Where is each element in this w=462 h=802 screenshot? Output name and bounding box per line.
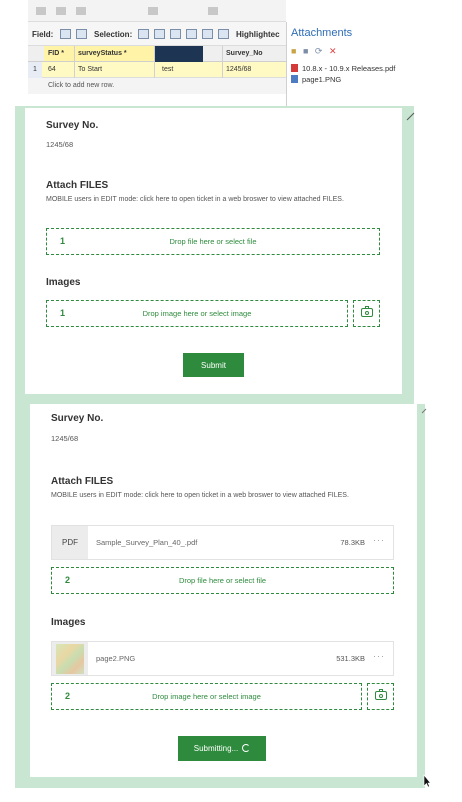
selection-label: Selection: bbox=[94, 30, 133, 39]
column-header-fid[interactable]: FID * bbox=[48, 50, 64, 57]
pdf-file-icon bbox=[291, 64, 298, 72]
toolbar-icon[interactable] bbox=[148, 7, 158, 15]
table-toolbar: Field: Selection: Highlightec bbox=[28, 22, 286, 46]
survey-no-value: 1245/68 bbox=[51, 434, 79, 443]
cell-survey-status[interactable]: To Start bbox=[78, 66, 102, 73]
clear-selection-icon[interactable] bbox=[186, 29, 197, 39]
delete-attachment-icon[interactable]: ✕ bbox=[329, 46, 339, 56]
camera-icon bbox=[375, 689, 387, 700]
table-row[interactable]: 1 64 To Start test 1245/68 bbox=[28, 62, 286, 78]
attached-file-card[interactable]: PDF Sample_Survey_Plan_40_.pdf 78.3KB ··… bbox=[51, 525, 394, 560]
attach-files-label: Attach FILES bbox=[51, 476, 114, 487]
survey-no-value: 1245/68 bbox=[46, 140, 74, 149]
camera-icon bbox=[361, 306, 373, 317]
zoom-to-selection-icon[interactable] bbox=[154, 29, 165, 39]
row-number: 1 bbox=[28, 62, 42, 78]
cell-fid[interactable]: 64 bbox=[48, 66, 56, 73]
toolbar-icon[interactable] bbox=[208, 7, 218, 15]
file-drop-text: Drop file here or select file bbox=[178, 576, 267, 585]
png-file-icon bbox=[291, 75, 298, 83]
pencil-icon[interactable] bbox=[406, 112, 415, 121]
field-menu-icon[interactable] bbox=[60, 29, 71, 39]
add-attachment-icon[interactable]: ■ bbox=[291, 46, 298, 56]
toolbar-icon[interactable] bbox=[56, 7, 66, 15]
field-label: Field: bbox=[32, 30, 54, 39]
attachment-item[interactable]: 10.8.x - 10.9.x Releases.pdf bbox=[291, 64, 395, 73]
attribute-table-area: Field: Selection: Highlightec FID * surv… bbox=[0, 0, 462, 108]
switch-selection-icon[interactable] bbox=[170, 29, 181, 39]
attachment-name: 10.8.x - 10.9.x Releases.pdf bbox=[302, 64, 396, 73]
image-thumbnail bbox=[52, 642, 88, 675]
save-attachment-icon[interactable]: ■ bbox=[303, 46, 310, 56]
camera-button[interactable] bbox=[353, 300, 380, 327]
survey-form-1: Survey No. 1245/68 Attach FILES MOBILE u… bbox=[25, 108, 402, 394]
add-new-row[interactable]: Click to add new row. bbox=[28, 78, 286, 94]
submit-button[interactable]: Submit bbox=[183, 353, 244, 377]
images-label: Images bbox=[51, 617, 86, 628]
delete-selection-icon[interactable] bbox=[202, 29, 213, 39]
select-by-attributes-icon[interactable] bbox=[138, 29, 149, 39]
image-size: 531.3KB bbox=[336, 654, 365, 663]
attachments-title: Attachments bbox=[291, 27, 353, 39]
image-drop-text: Drop image here or select image bbox=[152, 692, 261, 701]
image-drop-zone[interactable]: 1 Drop image here or select image bbox=[46, 300, 348, 327]
image-name: page2.PNG bbox=[96, 654, 136, 663]
cell-survey-no[interactable]: 1245/68 bbox=[226, 66, 251, 73]
highlighted-label: Highlightec bbox=[236, 30, 280, 39]
cell-name[interactable]: test bbox=[162, 66, 173, 73]
calculate-icon[interactable] bbox=[76, 29, 87, 39]
image-drop-zone[interactable]: 2 Drop image here or select image bbox=[51, 683, 362, 710]
resize-handle-icon[interactable] bbox=[421, 408, 427, 414]
file-drop-zone[interactable]: 2 Drop file here or select file bbox=[51, 567, 394, 594]
submit-label: Submitting... bbox=[193, 744, 239, 753]
attach-files-help-link[interactable]: MOBILE users in EDIT mode: click here to… bbox=[46, 195, 376, 205]
image-drop-text: Drop image here or select image bbox=[142, 309, 252, 318]
camera-button[interactable] bbox=[367, 683, 394, 710]
attachments-pane: Attachments ■ ■ ⟳ ✕ 10.8.x - 10.9.x Rele… bbox=[286, 22, 462, 108]
more-options-icon[interactable]: ··· bbox=[373, 651, 385, 661]
submitting-button[interactable]: Submitting... bbox=[178, 736, 266, 761]
refresh-icon[interactable]: ⟳ bbox=[315, 46, 325, 56]
survey-no-label: Survey No. bbox=[51, 413, 104, 424]
file-drop-zone[interactable]: 1 Drop file here or select file bbox=[46, 228, 380, 255]
attach-files-label: Attach FILES bbox=[46, 180, 109, 191]
cursor-icon bbox=[423, 774, 431, 788]
top-toolbar-strip bbox=[28, 0, 286, 22]
toolbar-icon[interactable] bbox=[36, 7, 46, 15]
file-size: 78.3KB bbox=[340, 538, 365, 547]
attach-files-help-link[interactable]: MOBILE users in EDIT mode: click here to… bbox=[51, 491, 386, 501]
column-header-surveystatus[interactable]: surveyStatus * bbox=[78, 50, 127, 57]
toolbar-icon[interactable] bbox=[76, 7, 86, 15]
map-image-icon bbox=[56, 644, 84, 674]
survey-form-2: Survey No. 1245/68 Attach FILES MOBILE u… bbox=[30, 404, 417, 777]
more-options-icon[interactable]: ··· bbox=[373, 535, 385, 545]
pdf-file-icon: PDF bbox=[62, 538, 78, 547]
attachment-item[interactable]: page1.PNG bbox=[291, 75, 341, 84]
attachments-toolbar: ■ ■ ⟳ ✕ bbox=[291, 46, 339, 57]
survey-no-label: Survey No. bbox=[46, 120, 99, 131]
copy-selection-icon[interactable] bbox=[218, 29, 229, 39]
spinner-icon bbox=[242, 744, 251, 752]
images-label: Images bbox=[46, 277, 81, 288]
attachment-name: page1.PNG bbox=[302, 75, 342, 84]
column-header-survey-no[interactable]: Survey_No bbox=[226, 50, 263, 57]
file-name: Sample_Survey_Plan_40_.pdf bbox=[96, 538, 198, 547]
redacted-column-header bbox=[155, 46, 203, 62]
file-drop-text: Drop file here or select file bbox=[169, 237, 257, 246]
attached-image-card[interactable]: page2.PNG 531.3KB ··· bbox=[51, 641, 394, 676]
